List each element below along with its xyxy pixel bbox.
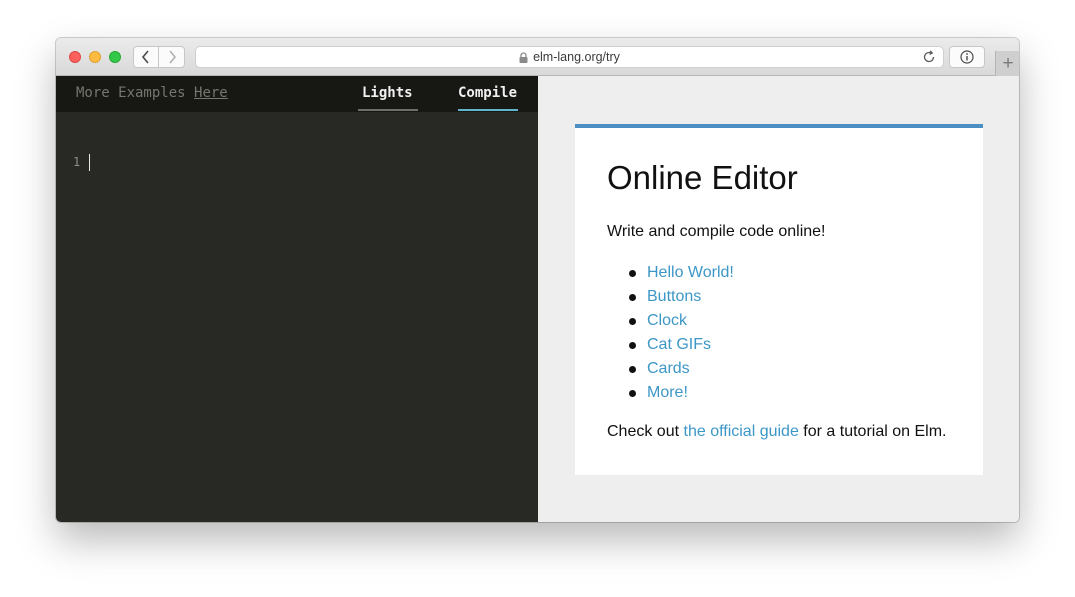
url-text: elm-lang.org/try <box>533 50 620 64</box>
browser-toolbar: elm-lang.org/try + <box>56 38 1019 76</box>
list-item: Hello World! <box>607 263 734 287</box>
forward-button[interactable] <box>159 46 185 68</box>
list-item: Cards <box>607 359 734 383</box>
example-link-clock[interactable]: Clock <box>647 312 687 329</box>
address-bar[interactable]: elm-lang.org/try <box>195 46 944 68</box>
example-link-more[interactable]: More! <box>647 384 688 401</box>
bullet <box>629 342 636 349</box>
outro-prefix: Check out <box>607 423 680 440</box>
list-item: Clock <box>607 311 734 335</box>
new-tab-icon[interactable]: + <box>995 51 1019 76</box>
lights-button[interactable]: Lights <box>362 85 413 101</box>
lights-underline <box>358 109 418 111</box>
example-link-hello-world[interactable]: Hello World! <box>647 264 734 281</box>
welcome-card: Online Editor Write and compile code onl… <box>575 124 983 475</box>
reload-icon[interactable] <box>921 49 937 65</box>
browser-window: elm-lang.org/try + More Examples Here Li… <box>56 38 1019 522</box>
preview-pane: Online Editor Write and compile code onl… <box>538 76 1019 522</box>
navigation-buttons <box>133 46 185 68</box>
info-icon <box>960 50 974 64</box>
examples-here-link[interactable]: Here <box>194 85 228 101</box>
compile-button[interactable]: Compile <box>458 85 517 101</box>
outro-text: Check out the official guide for a tutor… <box>607 423 946 441</box>
outro-suffix: for a tutorial on Elm. <box>803 423 947 440</box>
minimize-window-button[interactable] <box>89 51 101 63</box>
close-window-button[interactable] <box>69 51 81 63</box>
example-link-buttons[interactable]: Buttons <box>647 288 701 305</box>
line-number: 1 <box>73 155 81 169</box>
back-button[interactable] <box>133 46 159 68</box>
editor-header: More Examples Here Lights Compile <box>56 76 538 112</box>
more-examples-label: More Examples <box>76 85 186 101</box>
forward-arrow-icon <box>168 50 176 64</box>
compile-underline <box>458 109 518 111</box>
list-item: More! <box>607 383 734 407</box>
bullet <box>629 318 636 325</box>
lock-icon <box>519 51 528 63</box>
text-cursor <box>89 154 90 171</box>
bullet <box>629 366 636 373</box>
more-examples-text: More Examples Here <box>76 85 228 101</box>
intro-text: Write and compile code online! <box>607 223 826 240</box>
example-link-cat-gifs[interactable]: Cat GIFs <box>647 336 711 353</box>
back-arrow-icon <box>141 50 149 64</box>
bullet <box>629 294 636 301</box>
bullet <box>629 270 636 277</box>
zoom-window-button[interactable] <box>109 51 121 63</box>
list-item: Cat GIFs <box>607 335 734 359</box>
list-item: Buttons <box>607 287 734 311</box>
example-link-cards[interactable]: Cards <box>647 360 690 377</box>
examples-list: Hello World! Buttons Clock Cat GIFs Card… <box>607 263 734 407</box>
code-editor-pane: More Examples Here Lights Compile 1 <box>56 76 538 522</box>
info-button[interactable] <box>949 46 985 68</box>
bullet <box>629 390 636 397</box>
official-guide-link[interactable]: the official guide <box>684 423 799 440</box>
page-title: Online Editor <box>607 159 798 196</box>
